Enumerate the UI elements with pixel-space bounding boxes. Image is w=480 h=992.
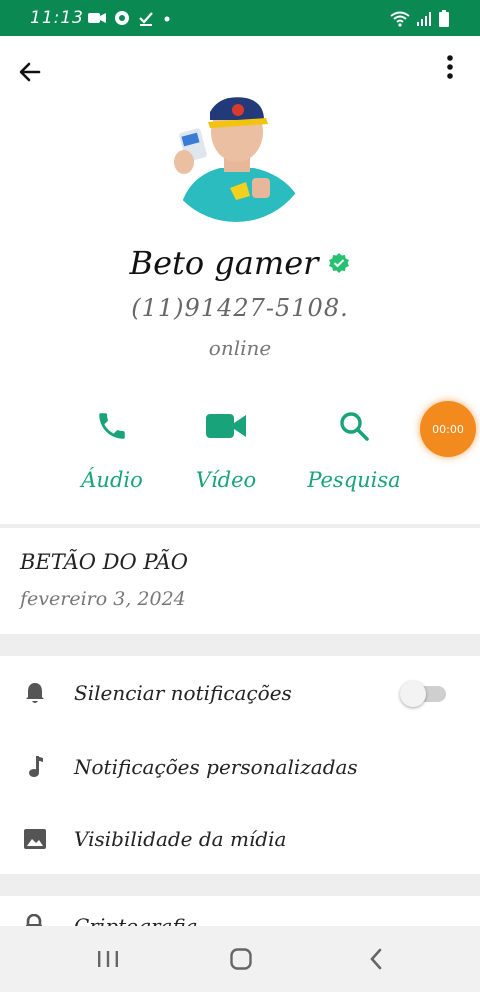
contact-phone-number[interactable]: (11)91427-5108. (0, 294, 480, 322)
audio-call-button[interactable]: Áudio (57, 406, 167, 492)
video-call-label: Vídeo (195, 468, 257, 492)
media-visibility-row[interactable]: Visibilidade da mídia (0, 808, 480, 870)
recording-timer-bubble[interactable]: 00:00 (420, 401, 476, 457)
dot-icon (164, 16, 170, 22)
notification-settings-card: Silenciar notificações Notificações pers… (0, 656, 480, 874)
recent-apps-button[interactable] (92, 944, 124, 974)
contact-name: Beto gamer (129, 244, 319, 282)
search-icon (340, 412, 369, 441)
search-button[interactable]: Pesquisa (299, 406, 409, 492)
media-visibility-label: Visibilidade da mídia (74, 827, 287, 851)
bell-icon (26, 683, 44, 703)
contact-online-status: online (208, 336, 272, 360)
chrome-icon (115, 11, 129, 25)
mute-notifications-toggle[interactable] (400, 678, 446, 708)
verified-badge-icon (329, 253, 350, 273)
mute-notifications-row[interactable]: Silenciar notificações (0, 662, 480, 724)
home-button[interactable] (225, 944, 257, 974)
about-date: fevereiro 3, 2024 (20, 588, 186, 610)
signal-icon (417, 12, 431, 26)
audio-call-label: Áudio (81, 468, 143, 492)
mute-notifications-label: Silenciar notificações (74, 681, 292, 705)
system-navigation-bar (0, 926, 480, 992)
status-time: 11:13 (30, 8, 84, 28)
wifi-icon (390, 11, 410, 27)
about-card[interactable]: BETÃO DO PÃO fevereiro 3, 2024 (0, 528, 480, 634)
image-icon (24, 829, 46, 849)
video-call-button[interactable]: Vídeo (171, 406, 281, 492)
back-button[interactable] (16, 58, 44, 86)
arrow-left-icon (19, 62, 41, 82)
music-note-icon (29, 756, 43, 777)
custom-notifications-row[interactable]: Notificações personalizadas (0, 736, 480, 798)
custom-notifications-label: Notificações personalizadas (74, 755, 358, 779)
battery-icon (439, 10, 449, 27)
search-label: Pesquisa (307, 468, 401, 492)
videocam-icon (206, 414, 246, 438)
chevron-left-icon (370, 948, 382, 970)
contact-profile-card: Beto gamer (11)91427-5108. online Áudio … (0, 36, 480, 524)
system-back-button[interactable] (360, 944, 392, 974)
home-icon (230, 948, 252, 970)
more-vert-icon (447, 55, 453, 79)
profile-avatar[interactable] (160, 70, 312, 222)
avatar-image (160, 70, 312, 222)
recent-apps-icon (98, 951, 118, 967)
phone-icon (99, 413, 125, 439)
download-done-icon (139, 12, 153, 26)
more-options-button[interactable] (440, 52, 460, 82)
video-call-icon (88, 13, 106, 23)
about-text: BETÃO DO PÃO (20, 550, 188, 574)
timer-text: 00:00 (432, 422, 464, 436)
status-bar: 11:13 (0, 0, 480, 36)
